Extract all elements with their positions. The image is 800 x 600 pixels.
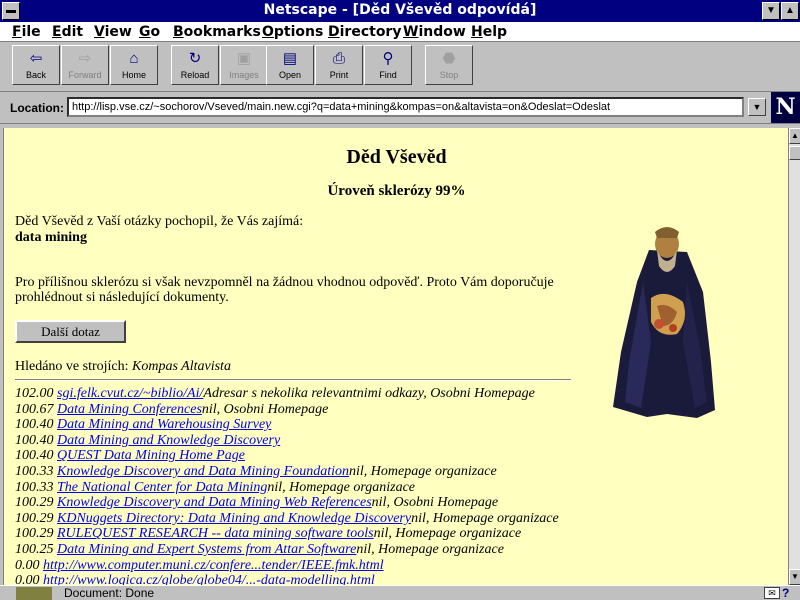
result-link[interactable]: http://www.computer.muni.cz/confere...te… <box>43 558 384 573</box>
next-query-button[interactable]: Další dotaz <box>15 320 126 343</box>
searched-engines: Kompas Altavista <box>132 359 231 374</box>
forward-arrow-icon: ⇨ <box>78 50 92 67</box>
result-link[interactable]: QUEST Data Mining Home Page <box>57 448 245 463</box>
printer-icon: ⎙ <box>332 50 345 67</box>
result-link[interactable]: Data Mining and Warehousing Survey <box>57 417 271 432</box>
toolbar: ⇦ Back ⇨ Forward ⌂ Home ↻ Reload ▣ Image… <box>0 42 800 92</box>
result-link[interactable]: RULEQUEST RESEARCH -- data mining softwa… <box>57 526 374 541</box>
menu-edit[interactable]: Edit <box>52 24 83 40</box>
list-item: 100.25 Data Mining and Expert Systems fr… <box>15 541 504 557</box>
print-button[interactable]: ⎙ Print <box>315 45 363 85</box>
result-link[interactable]: The National Center for Data Mining <box>57 480 267 495</box>
images-button[interactable]: ▣ Images <box>220 45 268 85</box>
result-link[interactable]: Data Mining Conferences <box>57 402 202 417</box>
vertical-scrollbar[interactable]: ▲ ▼ <box>788 128 800 585</box>
scroll-down-button[interactable]: ▼ <box>789 569 800 585</box>
list-item: 100.33 The National Center for Data Mini… <box>15 479 416 495</box>
stop-button[interactable]: ⬣ Stop <box>425 45 473 85</box>
status-bar: Document: Done ✉ ? <box>0 585 800 600</box>
list-item: 100.40 Data Mining and Warehousing Surve… <box>15 417 272 433</box>
forward-button[interactable]: ⇨ Forward <box>61 45 109 85</box>
location-bar: Location: http://lisp.vse.cz/~sochorov/V… <box>0 92 800 124</box>
results-list: 102.00 sgi.felk.cvut.cz/~biblio/Ai/Adres… <box>15 386 615 585</box>
searched-engines-line: Hledáno ve strojích: Kompas Altavista <box>15 359 231 375</box>
stop-icon: ⬣ <box>442 50 456 67</box>
page-title: Děd Vševěd <box>346 146 447 168</box>
menu-bookmarks[interactable]: Bookmarks <box>173 24 261 40</box>
list-item: 100.29 RULEQUEST RESEARCH -- data mining… <box>15 526 522 542</box>
message-line-2: prohlédnout si následující dokumenty. <box>15 290 229 305</box>
result-link[interactable]: Knowledge Discovery and Data Mining Foun… <box>57 464 349 479</box>
page-content: Děd Vševěd Úroveň sklerózy 99% Děd Vševě… <box>3 128 788 585</box>
scroll-thumb[interactable] <box>789 146 800 160</box>
menu-window[interactable]: Window <box>403 24 466 40</box>
reload-icon: ↻ <box>188 50 202 67</box>
open-icon: ▤ <box>282 50 298 67</box>
result-link[interactable]: Data Mining and Knowledge Discovery <box>57 433 280 448</box>
result-link[interactable]: http://www.logica.cz/globe/globe04/...-d… <box>43 573 375 585</box>
list-item: 100.29 Knowledge Discovery and Data Mini… <box>15 495 499 511</box>
minimize-button[interactable]: ▼ <box>762 2 780 20</box>
back-arrow-icon: ⇦ <box>29 50 43 67</box>
title-bar: ▬ Netscape - [Děd Vševěd odpovídá] ▼ ▲ <box>0 0 800 22</box>
maximize-button[interactable]: ▲ <box>781 2 799 20</box>
netscape-logo[interactable]: N <box>771 92 800 123</box>
images-icon: ▣ <box>236 50 252 67</box>
location-dropdown-button[interactable]: ▼ <box>748 98 766 116</box>
list-item: 100.67 Data Mining Conferencesnil, Osobn… <box>15 401 329 417</box>
list-item: 100.40 Data Mining and Knowledge Discove… <box>15 432 281 448</box>
open-button[interactable]: ▤ Open <box>266 45 314 85</box>
result-link[interactable]: KDNuggets Directory: Data Mining and Kno… <box>57 511 411 526</box>
result-link[interactable]: sgi.felk.cvut.cz/~biblio/Ai/ <box>57 386 203 401</box>
list-item: 100.40 QUEST Data Mining Home Page <box>15 448 245 464</box>
find-button[interactable]: ⚲ Find <box>364 45 412 85</box>
status-text: Document: Done <box>64 586 155 600</box>
home-icon: ⌂ <box>129 50 139 67</box>
help-icon[interactable]: ? <box>782 586 798 600</box>
list-item: 0.00 http://www.computer.muni.cz/confere… <box>15 557 384 573</box>
binoculars-icon: ⚲ <box>382 50 394 67</box>
mail-icon[interactable]: ✉ <box>764 587 780 599</box>
wizard-image <box>613 227 715 418</box>
security-key-icon <box>16 587 52 600</box>
searched-label: Hledáno ve strojích: <box>15 359 129 374</box>
home-button[interactable]: ⌂ Home <box>110 45 158 85</box>
result-link[interactable]: Knowledge Discovery and Data Mining Web … <box>57 495 372 510</box>
list-item: 0.00 http://www.logica.cz/globe/globe04/… <box>15 573 615 585</box>
menu-help[interactable]: Help <box>471 24 507 40</box>
location-label: Location: <box>10 101 64 115</box>
intro-text: Děd Vševěd z Vaší otázky pochopil, že Vá… <box>15 214 304 229</box>
menu-file[interactable]: File <box>12 24 41 40</box>
chevron-down-icon: ▼ <box>752 102 762 112</box>
menu-view[interactable]: View <box>94 24 132 40</box>
reload-button[interactable]: ↻ Reload <box>171 45 219 85</box>
menu-go[interactable]: Go <box>139 24 160 40</box>
query-text: data mining <box>15 230 87 245</box>
divider <box>15 379 571 381</box>
message-line-1: Pro přílišnou sklerózu si však nevzpomně… <box>15 275 554 290</box>
menu-directory[interactable]: Directory <box>328 24 401 40</box>
window-title: Netscape - [Děd Vševěd odpovídá] <box>263 2 537 18</box>
list-item: 102.00 sgi.felk.cvut.cz/~biblio/Ai/Adres… <box>15 386 535 401</box>
result-link[interactable]: Data Mining and Expert Systems from Atta… <box>57 542 356 557</box>
menu-options[interactable]: Options <box>262 24 323 40</box>
location-input[interactable]: http://lisp.vse.cz/~sochorov/Vseved/main… <box>67 97 744 117</box>
list-item: 100.29 KDNuggets Directory: Data Mining … <box>15 510 559 526</box>
back-button[interactable]: ⇦ Back <box>12 45 60 85</box>
scroll-up-button[interactable]: ▲ <box>789 128 800 144</box>
menu-bar: File Edit View Go Bookmarks Options Dire… <box>0 22 800 42</box>
page-subtitle: Úroveň sklerózy 99% <box>327 183 466 199</box>
list-item: 100.33 Knowledge Discovery and Data Mini… <box>15 463 497 479</box>
